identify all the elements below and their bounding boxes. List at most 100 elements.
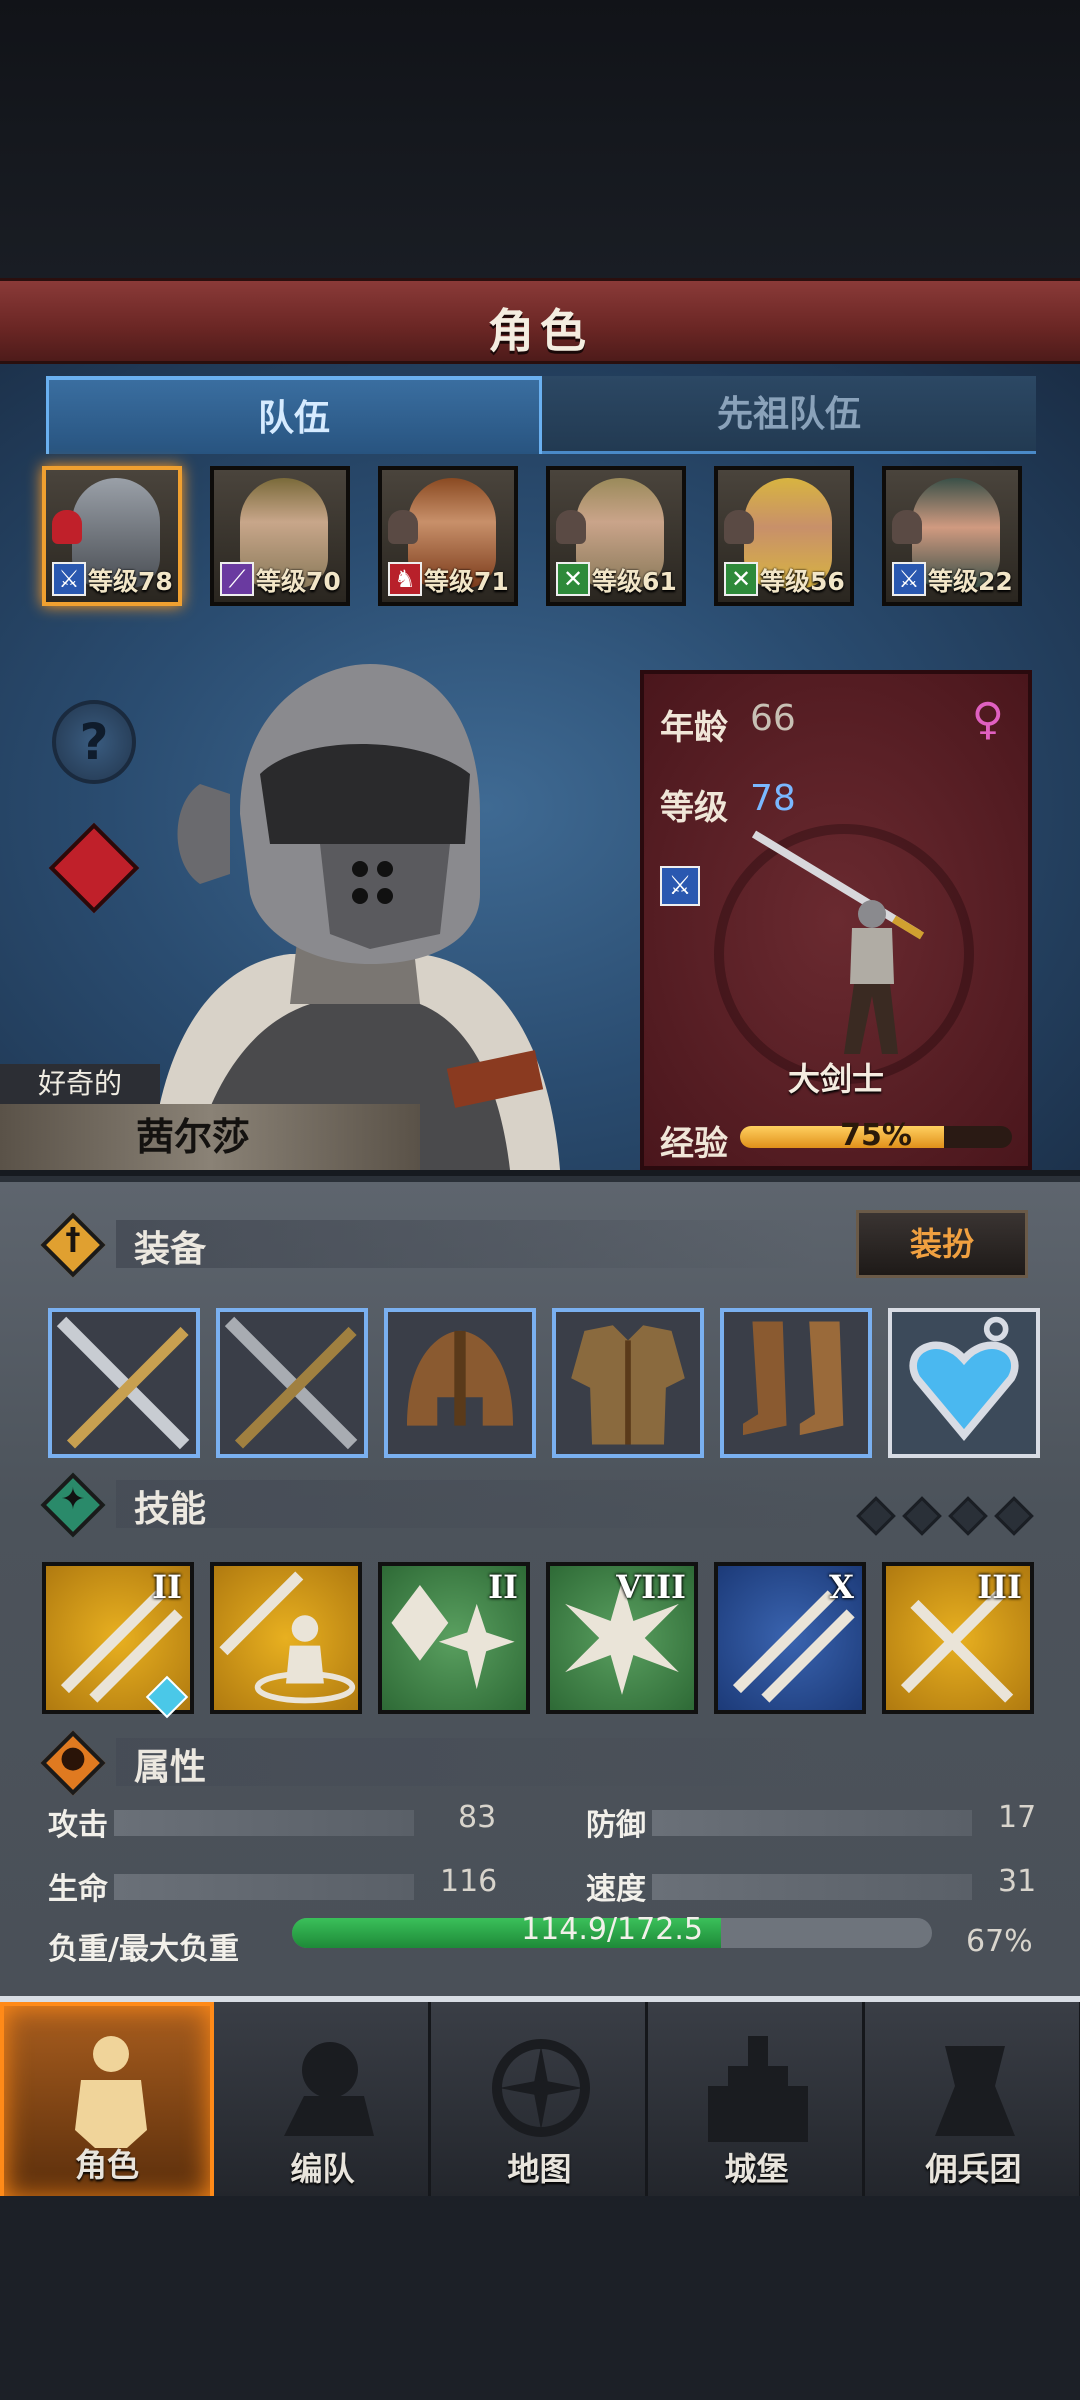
dagger-icon: † (40, 1212, 106, 1278)
attack-label: 攻击 (48, 1808, 108, 1843)
skill-slot-3[interactable]: II (378, 1562, 530, 1714)
roster-level: 等级71 (424, 567, 509, 596)
stat-bar (114, 1874, 414, 1900)
stat-bar (652, 1810, 972, 1836)
roster-slot-6[interactable]: ⚔ 等级22 (882, 466, 1022, 606)
details-panel: † 装备 装扮 ✦ 技能 II II VIII X III ● 属性 攻击 83… (0, 1176, 1080, 1996)
nav-mercenary[interactable]: 佣兵团 (868, 2002, 1080, 2202)
helmet-icon[interactable] (384, 1308, 536, 1458)
character-portrait (150, 664, 560, 1170)
character-screen: 角色 队伍 先祖队伍 ⚔ 等级78 ⟋ 等级70 ♞ 等级71 ✕ 等级61 ✕… (0, 0, 1080, 2400)
nav-label: 角色 (74, 2146, 139, 2184)
defense-label: 防御 (586, 1808, 646, 1843)
amulet-icon[interactable] (888, 1308, 1040, 1458)
attributes-header: ● 属性 (30, 1730, 1050, 1796)
character-panel: 队伍 先祖队伍 ⚔ 等级78 ⟋ 等级70 ♞ 等级71 ✕ 等级61 ✕ 等级… (0, 364, 1080, 1170)
load-stat: 负重/最大负重 (48, 1924, 288, 1967)
skill-rank: II (488, 1568, 518, 1606)
star-icon: ✦ (40, 1472, 106, 1538)
person-icon: ● (40, 1730, 106, 1796)
defense-value: 17 (998, 1800, 1037, 1835)
skill-slot-5[interactable]: X (714, 1562, 866, 1714)
attack-value: 83 (458, 1800, 497, 1835)
nav-map[interactable]: 地图 (434, 2002, 648, 2202)
nav-label: 城堡 (724, 2150, 789, 2188)
roster-slot-3[interactable]: ♞ 等级71 (378, 466, 518, 606)
level-label: 等级 (660, 788, 728, 828)
question-icon: ? (79, 713, 109, 771)
greatsword-icon[interactable] (216, 1308, 368, 1458)
level-value: 78 (750, 778, 796, 819)
roster-slot-5[interactable]: ✕ 等级56 (714, 466, 854, 606)
bottom-background (0, 2196, 1080, 2400)
greatsword-icon[interactable] (48, 1308, 200, 1458)
title-bar: 角色 (0, 278, 1080, 364)
horse-icon: ♞ (388, 562, 422, 596)
team-roster: ⚔ 等级78 ⟋ 等级70 ♞ 等级71 ✕ 等级61 ✕ 等级56 ⚔ 等级2… (42, 466, 1042, 612)
nav-character[interactable]: 角色 (0, 2002, 214, 2202)
sword-icon: ⚔ (892, 562, 926, 596)
tab-bar: 队伍 先祖队伍 (46, 376, 1036, 454)
page-title: 角色 (488, 304, 592, 358)
speed-value: 31 (998, 1864, 1037, 1899)
crossbow-icon: ✕ (724, 562, 758, 596)
age-label: 年龄 (660, 708, 728, 748)
skill-slot-4[interactable]: VIII (546, 1562, 698, 1714)
skill-slot-6[interactable]: III (882, 1562, 1034, 1714)
age-value: 66 (750, 698, 796, 739)
roster-level: 等级70 (256, 567, 341, 596)
roster-slot-1[interactable]: ⚔ 等级78 (42, 466, 182, 606)
nav-label: 佣兵团 (925, 2150, 1022, 2188)
xp-label: 经验 (660, 1124, 728, 1164)
castle-icon (708, 2036, 808, 2142)
character-name[interactable]: 茜尔莎 (0, 1104, 420, 1170)
load-value: 114.9/172.5 (521, 1912, 703, 1947)
skill-slots: II II VIII X III (42, 1562, 1042, 1719)
xp-percent: 75% (840, 1118, 912, 1153)
attack-stat: 攻击 83 (48, 1800, 498, 1843)
skill-rank: VIII (616, 1568, 686, 1606)
roster-slot-4[interactable]: ✕ 等级61 (546, 466, 686, 606)
dress-up-button[interactable]: 装扮 (856, 1210, 1028, 1278)
boots-icon[interactable] (720, 1308, 872, 1458)
roster-level: 等级78 (88, 567, 173, 596)
header-band (116, 1480, 816, 1528)
empty-slot-icon (902, 1496, 942, 1536)
speed-label: 速度 (586, 1872, 646, 1907)
header-band (116, 1738, 816, 1786)
nav-castle[interactable]: 城堡 (651, 2002, 865, 2202)
stat-bar (652, 1874, 972, 1900)
roster-level: 等级56 (760, 567, 845, 596)
sword-icon: ⚔ (660, 866, 700, 906)
tab-team[interactable]: 队伍 (46, 376, 542, 454)
character-info-card: 年龄 66 ♀ 等级 78 ⚔ 大剑士 经验 75% (640, 670, 1032, 1170)
hero-lock-icon (52, 510, 82, 544)
nav-label: 编队 (290, 2150, 355, 2188)
skill-slot-2[interactable] (210, 1562, 362, 1714)
formation-icon (284, 2042, 374, 2136)
load-percent: 67% (966, 1924, 1033, 1959)
hero-lock-icon (556, 510, 586, 544)
bottom-nav: 角色 编队 地图 城堡 佣兵团 (0, 1996, 1080, 2202)
armor-icon[interactable] (552, 1308, 704, 1458)
roster-level: 等级22 (928, 567, 1013, 596)
hero-lock-icon (388, 510, 418, 544)
speed-stat: 速度 31 (586, 1864, 1038, 1907)
class-name: 大剑士 (787, 1060, 884, 1098)
skill-slot-1[interactable]: II (42, 1562, 194, 1719)
header-band (116, 1220, 816, 1268)
equipment-label: 装备 (134, 1229, 207, 1270)
crossbow-icon: ✕ (556, 562, 590, 596)
attributes-list: 攻击 83 防御 17 生命 116 速度 31 负重/最大负重 114.9/1… (48, 1800, 1038, 2000)
staff-icon: ⟋ (220, 562, 254, 596)
empty-slot-icon (994, 1496, 1034, 1536)
hero-lock-icon (892, 510, 922, 544)
empty-slot-icon (948, 1496, 988, 1536)
tab-ancestor-team[interactable]: 先祖队伍 (542, 376, 1036, 454)
roster-slot-2[interactable]: ⟋ 等级70 (210, 466, 350, 606)
attributes-label: 属性 (134, 1747, 207, 1788)
trait-tag: 好奇的 (0, 1064, 160, 1104)
nav-formation[interactable]: 编队 (217, 2002, 431, 2202)
skill-rank: II (152, 1568, 182, 1606)
defense-stat: 防御 17 (586, 1800, 1038, 1843)
